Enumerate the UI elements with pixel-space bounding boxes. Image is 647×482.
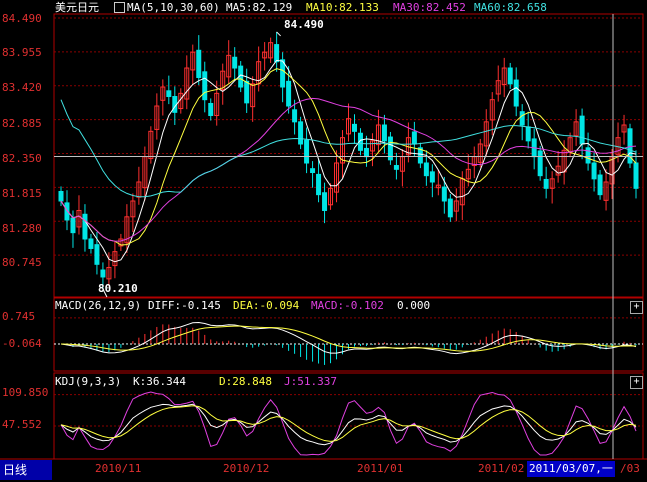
candle-body [507,67,513,85]
candle-body [316,173,322,196]
main-panel-frame [53,13,644,298]
macd-extra-value: 0.000 [397,299,431,312]
y-tick: 83.420 [2,81,42,94]
candle-body [202,71,208,101]
macd-header: MACD(26,12,9) [55,299,142,312]
candle-body [322,192,328,211]
cursor-date-label: 2011/03/07,一 [527,461,615,477]
macd-value: MACD:-0.102 [311,299,384,312]
kdj-d-line [60,405,637,442]
date-label: 2010/11 [95,462,142,475]
low-marker-label: 80.210 [98,282,138,295]
y-tick: 82.350 [2,152,42,165]
kdj-header: KDJ(9,3,3) [55,375,122,388]
candle-body [633,162,639,189]
kdj-k-value: K:36.344 [133,375,186,388]
period-tab-daily[interactable]: 日线 [0,460,52,480]
candle-body [166,90,172,98]
candle-body [82,213,88,240]
date-label: 2011/01 [357,462,404,475]
candle-body [274,44,280,63]
macd-dea-value: DEA:-0.094 [233,299,300,312]
candle-body [513,79,519,107]
kdj-d-value: D:28.848 [219,375,272,388]
candle-body [441,186,447,202]
ma10-value: MA10:82.133 [306,1,379,14]
candle-body [244,80,250,104]
ma-toggle-icon[interactable] [114,2,125,15]
candle-body [591,162,597,180]
instrument-name: 美元日元 [55,1,99,14]
candle-body [423,162,429,177]
ma60-value: MA60:82.658 [474,1,547,14]
candle-body [447,198,453,218]
candle-body [292,109,298,123]
candle-body [304,139,310,164]
y-tick: 84.490 [2,12,42,25]
macd-expand-button[interactable]: + [630,301,643,314]
candle-body [543,178,549,189]
candle-body [232,56,238,69]
candle-body [597,174,603,196]
high-marker-label: 84.490 [284,18,324,31]
ma-header: MA(5,10,30,60) [127,1,220,14]
kdj-j-line [60,391,637,456]
ma5-value: MA5:82.129 [226,1,293,14]
candle-body [94,244,100,265]
candle-body [100,269,106,278]
candle-body [519,111,525,126]
high-marker-arrow [276,31,281,37]
date-label-tail: /03 [620,462,640,475]
kdj-k-line [60,403,637,446]
date-label: 2010/12 [223,462,270,475]
candle-body [208,102,214,117]
y-tick: 81.280 [2,222,42,235]
candle-body [70,217,76,234]
kdj-y-tick: 47.552 [2,418,42,431]
macd-diff-value: DIFF:-0.145 [148,299,221,312]
candle-body [381,124,387,142]
candle-body [411,131,417,145]
date-label: 2011/02 [478,462,525,475]
macd-y-tick: 0.745 [2,310,36,323]
candle-body [585,147,591,164]
macd-y-tick: -0.064 [2,337,42,350]
candle-body [196,49,202,79]
y-tick: 81.815 [2,187,42,200]
candle-body [310,168,316,173]
candle-body [88,238,94,249]
candle-body [429,171,435,183]
candle-body [393,165,399,170]
kdj-expand-button[interactable]: + [630,376,643,389]
y-tick: 80.745 [2,256,42,269]
candle-body [351,123,357,132]
ma30-value: MA30:82.452 [393,1,466,14]
kdj-y-tick: 109.850 [2,386,49,399]
candle-body [537,150,543,177]
chart-canvas[interactable] [0,0,647,482]
chart-window: 美元日元 MA(5,10,30,60) MA5:82.129 MA10:82.1… [0,0,647,482]
candle-body [525,126,531,142]
y-tick: 83.955 [2,46,42,59]
candle-body [579,115,585,145]
y-tick: 82.885 [2,117,42,130]
candle-body [298,121,304,145]
candle-body [363,147,369,158]
macd-dea-line [60,325,637,352]
candle-body [286,80,292,107]
candle-body [58,190,64,202]
kdj-j-value: J:51.337 [284,375,337,388]
